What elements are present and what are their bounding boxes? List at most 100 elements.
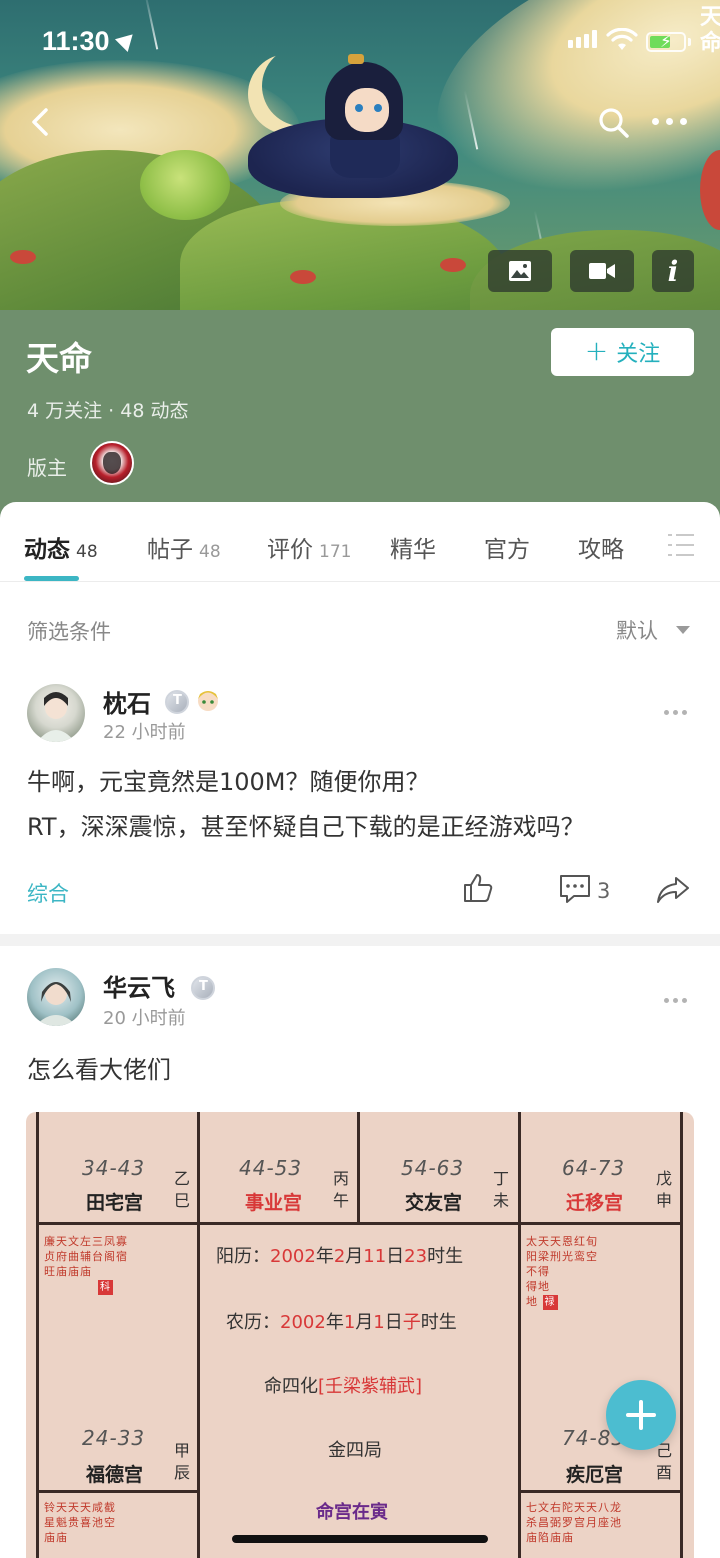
avatar-portrait [37, 692, 75, 742]
post-more-button[interactable] [664, 998, 687, 1003]
filter-bar: 筛选条件 默认 [0, 582, 720, 674]
palace-name: 田宅宫 [86, 1192, 144, 1214]
section-divider [0, 934, 720, 946]
new-post-fab[interactable] [606, 1380, 676, 1450]
tab-count: 48 [76, 542, 98, 562]
stars-line: 铃天天天咸截 [44, 1501, 116, 1514]
videos-button[interactable] [570, 250, 634, 292]
chevron-left-icon [32, 108, 48, 136]
character-eye [355, 104, 363, 112]
tab-bar: 动态 48 帖子 48 评价 171 精华 官方 攻略 [0, 502, 720, 582]
post-body-line: RT，深深震惊，甚至怀疑自己下载的是正经游戏吗？ [27, 813, 585, 841]
tab-label: 官方 [484, 537, 530, 563]
battery-icon: ⚡ [646, 32, 686, 52]
forum-title: 天命 [26, 339, 92, 378]
tab-featured[interactable]: 精华 [390, 530, 436, 564]
home-indicator[interactable] [232, 1535, 488, 1543]
tab-activity[interactable]: 动态 48 [24, 530, 98, 564]
palace-stem: 甲辰 [174, 1441, 191, 1482]
tab-label: 精华 [390, 537, 436, 563]
wifi-icon [606, 28, 638, 50]
palace-stars: 廉天文左三凤寡 贞府曲辅台阁宿 旺庙庙庙 科 [44, 1234, 184, 1295]
palace-stem: 乙巳 [174, 1169, 191, 1210]
tab-label: 动态 [24, 537, 70, 563]
follow-button[interactable]: + 关注 [551, 328, 694, 376]
sihua-tag: 科 [98, 1280, 113, 1295]
plus-icon: + [584, 334, 609, 367]
photos-button[interactable] [488, 250, 552, 292]
post-category-tag[interactable]: 综合 [27, 878, 69, 908]
info-button[interactable]: i [652, 250, 694, 292]
back-button[interactable] [24, 100, 64, 144]
palace-stem: 丙午 [333, 1169, 350, 1210]
post-image-astrology-chart[interactable]: 34-43 田宅宫 乙巳 44-53 事业宫 丙午 54-63 交友宫 丁未 6… [26, 1112, 694, 1558]
post-body[interactable]: 怎么看大佬们 [27, 1048, 697, 1093]
stars-line: 七文右陀天天八龙 [526, 1501, 622, 1514]
tab-label: 帖子 [147, 537, 193, 563]
palace-stem: 丁未 [493, 1169, 510, 1210]
stars-line: 旺庙庙庙 [44, 1265, 92, 1278]
post-more-button[interactable] [664, 710, 687, 715]
author-avatar[interactable] [27, 684, 85, 742]
search-button[interactable] [594, 100, 634, 144]
tab-posts[interactable]: 帖子 48 [147, 530, 221, 564]
palace-age: 34-43 [82, 1156, 146, 1180]
tab-list-menu-icon[interactable] [668, 534, 694, 556]
post-body[interactable]: 牛啊，元宝竟然是100M？随便你用？ RT，深深震惊，甚至怀疑自己下载的是正经游… [27, 760, 697, 850]
comment-count: 3 [597, 879, 611, 903]
stars-line: 贞府曲辅台阁宿 [44, 1250, 128, 1263]
cellular-signal-icon [568, 30, 597, 48]
post-time: 20 小时前 [103, 1008, 186, 1029]
solar-birth-date: 阳历：2002年2月11日23时生 [216, 1246, 464, 1267]
palace-cell: 34-43 田宅宫 乙巳 [36, 1112, 197, 1222]
tab-count: 48 [199, 542, 221, 562]
author-name[interactable]: 枕石 [103, 684, 151, 719]
sort-dropdown[interactable]: 默认 [616, 615, 658, 645]
dot-icon [680, 117, 687, 125]
level-badge-icon [165, 690, 189, 714]
image-icon [509, 261, 531, 281]
palace-age: 64-73 [562, 1156, 626, 1180]
filter-conditions[interactable]: 筛选条件 [27, 616, 111, 646]
avatar-portrait [35, 982, 77, 1026]
share-icon[interactable] [654, 872, 692, 906]
like-icon[interactable] [460, 870, 496, 906]
battery-cap [688, 38, 691, 46]
palace-age: 44-53 [239, 1156, 303, 1180]
sihua-tag: 禄 [542, 1295, 558, 1310]
life-palace-location: 命宫在寅 [316, 1502, 388, 1523]
palace-age: 54-63 [401, 1156, 465, 1180]
character-badge-icon [198, 691, 218, 711]
stars-line: 庙庙 [44, 1531, 68, 1544]
tab-official[interactable]: 官方 [484, 530, 530, 564]
author-name[interactable]: 华云飞 [103, 968, 175, 1003]
palace-name: 事业宫 [245, 1192, 303, 1214]
caret-down-icon [676, 626, 690, 634]
comment-icon[interactable] [558, 872, 592, 906]
banner-bush [140, 150, 230, 220]
palace-stars: 太天天恩红旬 阳梁刑光鸾空 不得 得地 地 禄 [526, 1234, 666, 1310]
more-options-button[interactable] [652, 106, 696, 136]
tab-label: 攻略 [578, 537, 624, 563]
author-avatar[interactable] [27, 968, 85, 1026]
post-body-line: 牛啊，元宝竟然是100M？随便你用？ [27, 768, 430, 796]
tab-label: 评价 [267, 537, 313, 563]
follow-label: 关注 [616, 342, 661, 367]
palace-cell: 24-33 福德宫 甲辰 [36, 1412, 197, 1490]
active-tab-indicator [24, 576, 79, 581]
moderator-avatar[interactable] [90, 441, 134, 485]
banner-leaf [440, 258, 466, 272]
location-arrow-icon [114, 27, 140, 53]
palace-cell: 54-63 交友宫 丁未 [357, 1112, 518, 1222]
palace-name: 交友宫 [405, 1192, 463, 1214]
dot-icon [666, 117, 673, 125]
tab-guides[interactable]: 攻略 [578, 530, 624, 564]
post-card[interactable]: 枕石 22 小时前 牛啊，元宝竟然是100M？随便你用？ RT，深深震惊，甚至怀… [0, 674, 720, 934]
palace-name: 疾厄宫 [566, 1464, 624, 1486]
palace-name: 福德宫 [86, 1464, 144, 1486]
stars-line: 地 [526, 1295, 538, 1308]
palace-stars: 铃天天天咸截 星魁贵喜池空 庙庙 [44, 1500, 184, 1545]
stars-line: 阳梁刑光鸾空 [526, 1250, 598, 1263]
tab-reviews[interactable]: 评价 171 [267, 530, 351, 564]
level-badge-icon [191, 976, 215, 1000]
